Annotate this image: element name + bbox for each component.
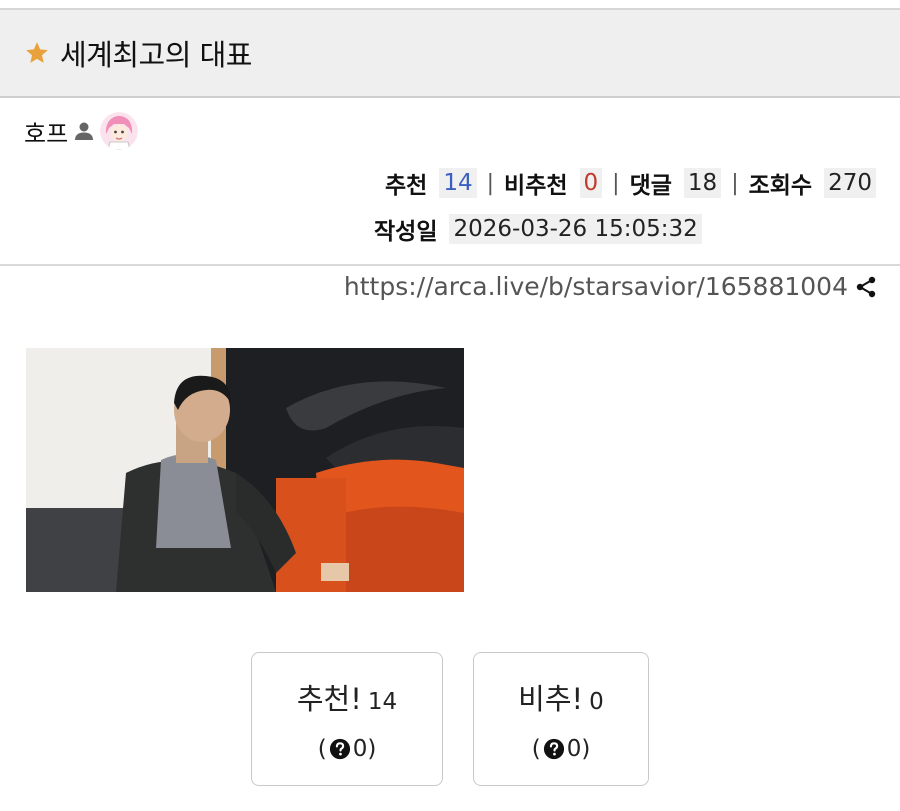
post-url-row[interactable]: https://arca.live/b/starsavior/165881004: [344, 272, 878, 301]
date-value: 2026-03-26 15:05:32: [449, 214, 702, 244]
stats-separator: |: [731, 170, 739, 196]
comments-count: 18: [683, 168, 722, 198]
date-label: 작성일: [374, 219, 438, 245]
downvote-button[interactable]: 비추! 0 ( 0): [473, 652, 649, 786]
post-url[interactable]: https://arca.live/b/starsavior/165881004: [344, 272, 848, 301]
upvote-main: 추천! 14: [297, 676, 397, 718]
share-icon[interactable]: [854, 275, 878, 299]
downvote-count: 0: [589, 689, 604, 715]
post-stats: 추천 14 | 비추천 0 | 댓글 18 | 조회수 270: [385, 166, 876, 200]
post-image[interactable]: [26, 348, 464, 592]
upvote-detail-count: 0): [352, 736, 377, 762]
question-circle-icon[interactable]: [543, 738, 565, 760]
stats-separator: |: [486, 170, 495, 196]
post-title: 세계최고의 대표: [60, 38, 252, 72]
recommend-label: 추천: [385, 173, 428, 199]
upvote-count: 14: [367, 689, 398, 715]
views-label: 조회수: [748, 173, 813, 199]
views-count: 270: [824, 168, 876, 198]
author-info: 호프: [24, 112, 139, 150]
downvote-label: 비추!: [518, 682, 584, 716]
author-name[interactable]: 호프: [24, 114, 68, 149]
post-date: 작성일 2026-03-26 15:05:32: [374, 212, 702, 246]
avatar: [100, 112, 139, 150]
star-icon: [26, 42, 48, 63]
downvote-label: 비추천: [504, 173, 568, 199]
upvote-detail-open: (: [317, 736, 327, 762]
stats-separator: |: [612, 170, 620, 196]
divider: [0, 264, 900, 266]
upvote-label: 추천!: [296, 682, 362, 716]
person-icon: [75, 122, 94, 140]
downvote-detail-count: 0): [566, 736, 591, 762]
recommend-count: 14: [439, 168, 477, 198]
downvote-detail: ( 0): [532, 736, 591, 762]
comments-label: 댓글: [629, 173, 672, 199]
post-photo: [26, 348, 464, 592]
upvote-button[interactable]: 추천! 14 ( 0): [251, 652, 443, 786]
post-title-bar: 세계최고의 대표: [0, 8, 900, 98]
downvote-detail-open: (: [531, 736, 541, 762]
downvote-main: 비추! 0: [518, 676, 604, 718]
upvote-detail: ( 0): [318, 736, 377, 762]
downvote-count: 0: [579, 168, 603, 198]
question-circle-icon[interactable]: [329, 738, 351, 760]
